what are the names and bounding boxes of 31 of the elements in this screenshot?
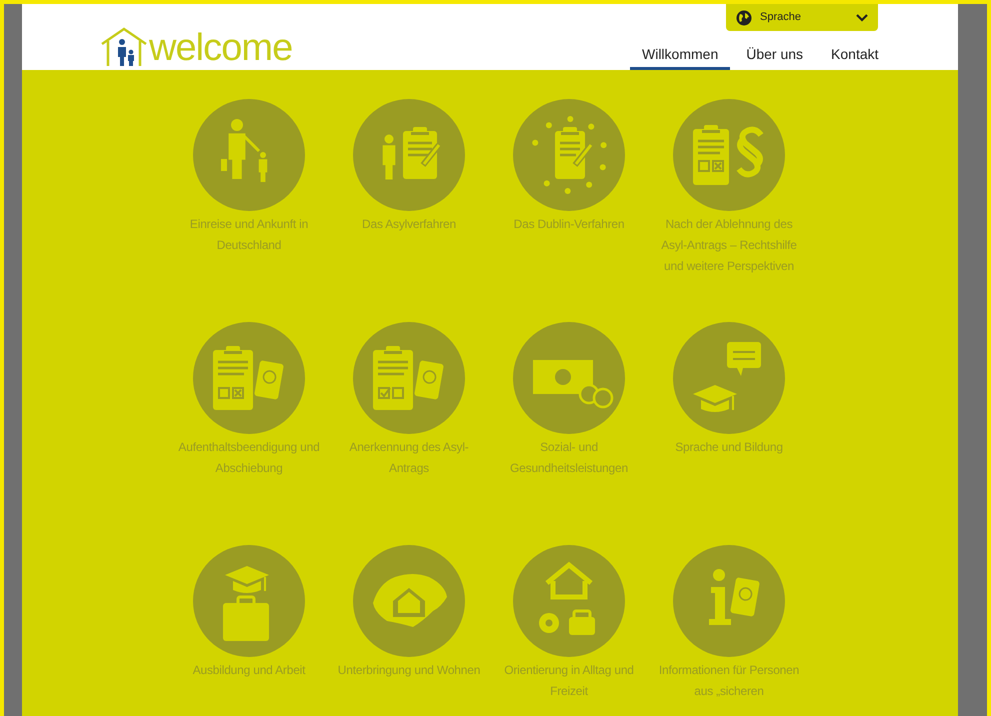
nav-link[interactable]: Über uns bbox=[734, 44, 816, 70]
topic-link[interactable]: Das Dublin-Verfahren bbox=[494, 214, 644, 235]
house-ball-briefcase-icon bbox=[513, 545, 625, 657]
clipboard-passport-icon bbox=[193, 322, 305, 434]
graduation-cap-speech-icon bbox=[673, 322, 785, 434]
topic-link[interactable]: Unterbringung und Wohnen bbox=[334, 660, 484, 681]
globe-icon bbox=[736, 10, 752, 26]
clipboard-paragraph-icon bbox=[673, 99, 785, 211]
house-logo-icon bbox=[100, 26, 148, 68]
banknote-coins-icon bbox=[513, 322, 625, 434]
family-icon bbox=[193, 99, 305, 211]
stars-clipboard-icon bbox=[513, 99, 625, 211]
logo-text: welcome bbox=[149, 28, 292, 68]
language-dropdown[interactable]: Sprache bbox=[726, 4, 878, 31]
clipboard-passport-icon bbox=[353, 322, 465, 434]
chevron-down-icon bbox=[856, 14, 868, 22]
topic-link[interactable]: Anerkennung des Asyl-Antrags bbox=[334, 437, 484, 479]
topic-link[interactable]: Ausbildung und Arbeit bbox=[174, 660, 324, 681]
topic-link[interactable]: Informationen für Personen aus „sicheren bbox=[654, 660, 804, 702]
topic-link[interactable]: Aufenthaltsbeendigung und Abschiebung bbox=[174, 437, 324, 479]
topic-link[interactable]: Sozial- und Gesundheitsleistungen bbox=[494, 437, 644, 479]
graduation-cap-briefcase-icon bbox=[193, 545, 305, 657]
map-house-icon bbox=[353, 545, 465, 657]
person-clipboard-icon bbox=[353, 99, 465, 211]
topic-link[interactable]: Einreise und Ankunft in Deutschland bbox=[174, 214, 324, 256]
topic-link[interactable]: Das Asylverfahren bbox=[334, 214, 484, 235]
info-passport-icon bbox=[673, 545, 785, 657]
topic-link[interactable]: Sprache und Bildung bbox=[654, 437, 804, 458]
topic-link[interactable]: Nach der Ablehnung des Asyl-Antrags – Rechtshilfe und weitere Perspektiven bbox=[654, 214, 804, 277]
topic-link[interactable]: Orientierung in Alltag und Freizeit bbox=[494, 660, 644, 702]
nav-link[interactable]: Kontakt bbox=[819, 44, 891, 70]
